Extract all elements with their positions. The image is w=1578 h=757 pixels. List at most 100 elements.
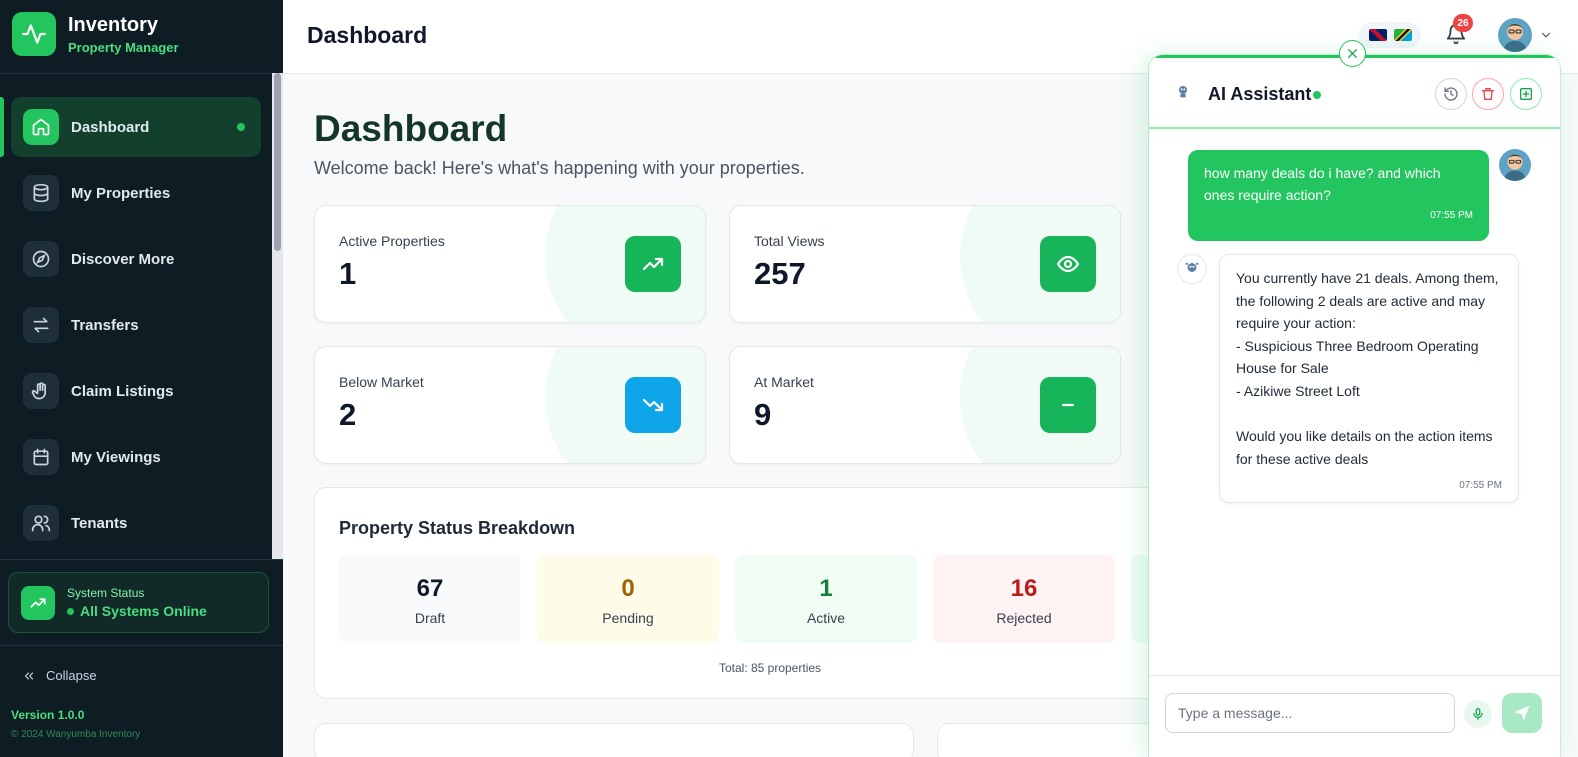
brand-subtitle: Property Manager <box>68 39 179 55</box>
message-line: the following 2 deals are active and may <box>1236 292 1486 309</box>
version-text: Version 1.0.0 <box>11 708 85 722</box>
chat-composer <box>1149 675 1560 757</box>
new-chat-button[interactable] <box>1510 78 1542 110</box>
stat-label: Active Properties <box>339 233 445 249</box>
sidebar-item-label: Discover More <box>71 250 175 268</box>
sidebar-item-label: Transfers <box>71 316 139 334</box>
sidebar-item-discover-more[interactable]: Discover More <box>11 229 261 289</box>
system-status-text: All Systems Online <box>80 603 207 619</box>
status-rejected[interactable]: 16 Rejected <box>933 555 1115 643</box>
stat-card-at-market[interactable]: At Market 9 <box>729 346 1121 464</box>
header-title: Dashboard <box>307 22 428 48</box>
message-line: require your action: <box>1236 315 1356 332</box>
brand[interactable]: Inventory Property Manager <box>12 12 179 56</box>
status-label: Rejected <box>996 610 1052 626</box>
stat-value: 2 <box>339 397 357 432</box>
tanzania-flag-icon[interactable] <box>1393 29 1412 41</box>
message-time: 07:55 PM <box>1430 210 1473 221</box>
delete-chat-button[interactable] <box>1472 78 1504 110</box>
sidebar-item-claim-listings[interactable]: Claim Listings <box>11 361 261 421</box>
sidebar-item-dashboard[interactable]: Dashboard <box>0 97 261 157</box>
stat-label: Total Views <box>754 233 825 249</box>
voice-input-button[interactable] <box>1464 700 1492 728</box>
sidebar-nav: Dashboard My Properties Discover More Tr… <box>0 97 272 559</box>
sidebar-item-label: My Properties <box>71 184 171 202</box>
minus-icon <box>1040 377 1096 433</box>
language-switcher[interactable] <box>1359 22 1421 48</box>
activity-icon <box>12 12 56 56</box>
bot-icon <box>1175 84 1191 105</box>
avatar[interactable] <box>1498 18 1532 52</box>
message-line: - Suspicious Three Bedroom Operating <box>1236 337 1479 354</box>
microphone-icon <box>1473 708 1483 720</box>
sidebar-item-label: Claim Listings <box>71 382 174 400</box>
sidebar-item-label: My Viewings <box>71 448 161 466</box>
brand-title: Inventory <box>68 13 159 36</box>
stat-card-total-views[interactable]: Total Views 257 <box>729 205 1121 323</box>
system-status-label: System Status <box>67 586 145 600</box>
users-icon <box>23 505 59 541</box>
bot-avatar-icon <box>1177 254 1207 284</box>
trend-up-icon <box>625 236 681 292</box>
sidebar-item-tenants[interactable]: Tenants <box>11 493 261 553</box>
collapse-label: Collapse <box>46 668 97 683</box>
copyright-text: © 2024 Wanyumba Inventory <box>11 729 141 740</box>
status-pending[interactable]: 0 Pending <box>537 555 719 643</box>
hand-icon <box>23 373 59 409</box>
status-count: 0 <box>621 575 635 602</box>
chevrons-left-icon <box>24 672 34 679</box>
sidebar-item-label: Tenants <box>71 514 128 532</box>
chat-title: AI Assistant <box>1208 84 1312 104</box>
trend-down-icon <box>625 377 681 433</box>
uk-flag-icon[interactable] <box>1368 29 1387 41</box>
sidebar-item-label: Dashboard <box>71 118 150 136</box>
avatar <box>1499 149 1531 181</box>
scrollbar-thumb[interactable] <box>274 73 281 251</box>
page-subtitle: Welcome back! Here's what's happening wi… <box>314 158 805 178</box>
collapse-button[interactable]: Collapse <box>22 668 97 683</box>
message-input[interactable] <box>1165 693 1455 733</box>
ai-assistant-panel: AI Assistant how many deals do i have? a… <box>1149 55 1560 757</box>
history-icon <box>1444 87 1458 101</box>
online-dot <box>67 607 74 615</box>
section-title: Property Status Breakdown <box>339 518 576 538</box>
status-label: Active <box>806 610 846 626</box>
close-chat-button[interactable] <box>1339 40 1366 67</box>
active-indicator <box>237 123 245 131</box>
plus-square-icon <box>1520 88 1532 100</box>
user-message: how many deals do i have? and which ones… <box>1188 150 1489 241</box>
bottom-card-left <box>314 723 914 757</box>
chat-header: AI Assistant <box>1149 58 1560 129</box>
status-draft[interactable]: 67 Draft <box>339 555 521 643</box>
online-dot <box>1313 91 1321 99</box>
stat-value: 257 <box>754 256 806 291</box>
notification-badge: 26 <box>1453 14 1473 32</box>
history-button[interactable] <box>1435 78 1467 110</box>
status-active[interactable]: 1 Active <box>735 555 917 643</box>
divider <box>0 645 283 646</box>
trend-up-icon <box>21 585 55 620</box>
chevron-down-icon[interactable] <box>1539 28 1553 47</box>
sidebar-item-transfers[interactable]: Transfers <box>11 295 261 355</box>
close-icon <box>1348 49 1357 58</box>
sidebar-scrollbar[interactable] <box>272 73 283 559</box>
database-icon <box>23 175 59 211</box>
stat-card-active-properties[interactable]: Active Properties 1 <box>314 205 706 323</box>
message-line: You currently have 21 deals. Among them, <box>1236 270 1499 286</box>
sidebar-item-my-properties[interactable]: My Properties <box>11 163 261 223</box>
stat-label: Below Market <box>339 374 424 390</box>
stat-value: 9 <box>754 397 772 432</box>
message-line: - Azikiwe Street Loft <box>1236 382 1360 399</box>
status-count: 67 <box>416 575 444 602</box>
sidebar-item-my-viewings[interactable]: My Viewings <box>11 427 261 487</box>
compass-icon <box>23 241 59 277</box>
divider <box>0 73 272 74</box>
divider <box>0 559 283 560</box>
send-button[interactable] <box>1502 693 1542 733</box>
status-label: Draft <box>414 610 446 626</box>
status-count: 16 <box>1010 575 1038 602</box>
transfer-arrows-icon <box>23 307 59 343</box>
system-status-value: All Systems Online <box>67 603 207 619</box>
stat-value: 1 <box>339 256 357 291</box>
stat-card-below-market[interactable]: Below Market 2 <box>314 346 706 464</box>
